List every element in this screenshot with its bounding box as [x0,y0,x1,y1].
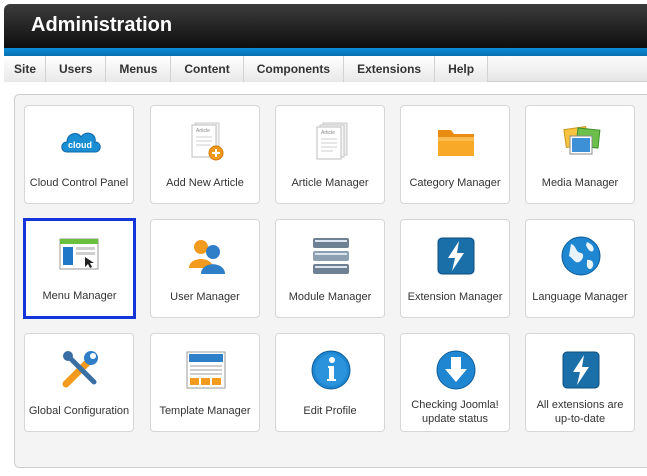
template-icon [186,351,226,389]
template-manager-tile[interactable]: Template Manager [150,333,260,432]
tile-label: User Manager [170,291,240,303]
category-manager-tile[interactable]: Category Manager [400,105,510,204]
tile-label: Template Manager [159,405,251,417]
globe-icon [561,236,601,276]
user-manager-tile[interactable]: User Manager [150,219,260,318]
tile-label: Cloud Control Panel [29,177,129,189]
tile-label: Edit Profile [303,405,357,417]
update-status-tile[interactable]: Checking Joomla! update status [400,333,510,432]
extension-manager-tile[interactable]: Extension Manager [400,219,510,318]
modules-icon [313,238,349,274]
header-accent-bar [4,48,647,56]
tile-label: All extensions are up-to-date [536,399,624,425]
tile-label: Add New Article [166,177,244,189]
tile-label: Global Configuration [28,405,130,417]
extension-icon [437,237,475,275]
main-menu-bar: Site Users Menus Content Components Exte… [4,56,647,82]
menu-content[interactable]: Content [171,56,244,82]
menu-icon [59,238,99,270]
tile-label: Language Manager [532,291,628,303]
global-configuration-tile[interactable]: Global Configuration [24,333,134,432]
media-manager-tile[interactable]: Media Manager [525,105,635,204]
article-manager-tile[interactable]: Article Article Manager [275,105,385,204]
tile-label: Checking Joomla! update status [411,399,499,425]
media-icon [563,125,601,155]
tile-label: Module Manager [288,291,372,303]
tile-label: Media Manager [541,177,619,189]
article-icon: Article [316,122,348,160]
tile-label: Menu Manager [42,290,117,302]
menu-manager-tile[interactable]: Menu Manager [23,218,136,319]
menu-components[interactable]: Components [243,56,345,82]
info-icon [311,350,351,390]
menu-site[interactable]: Site [4,56,47,82]
title-bar: Administration [4,4,647,48]
folder-icon [438,130,474,156]
users-icon [189,240,225,274]
extensions-update-tile[interactable]: All extensions are up-to-date [525,333,635,432]
download-icon [436,350,476,390]
page-title: Administration [31,14,173,36]
tools-icon [62,351,98,388]
menu-users[interactable]: Users [46,56,107,82]
tile-label: Extension Manager [407,291,503,303]
tile-label: Article Manager [291,177,369,189]
article-doc-text: Article [196,128,210,134]
article-doc-text: Article [321,130,335,136]
cloud-control-panel-tile[interactable]: cloud Cloud Control Panel [24,105,134,204]
add-new-article-tile[interactable]: Article Add New Article [150,105,260,204]
module-manager-tile[interactable]: Module Manager [275,219,385,318]
tile-label: Category Manager [409,177,501,189]
cloud-icon-text: cloud [68,140,92,150]
extension-update-icon [562,351,600,389]
add-article-icon: Article [191,122,224,161]
menu-extensions[interactable]: Extensions [344,56,436,82]
edit-profile-tile[interactable]: Edit Profile [275,333,385,432]
menu-help[interactable]: Help [435,56,489,82]
menu-menus[interactable]: Menus [106,56,172,82]
language-manager-tile[interactable]: Language Manager [525,219,635,318]
cloud-icon: cloud [61,132,101,153]
